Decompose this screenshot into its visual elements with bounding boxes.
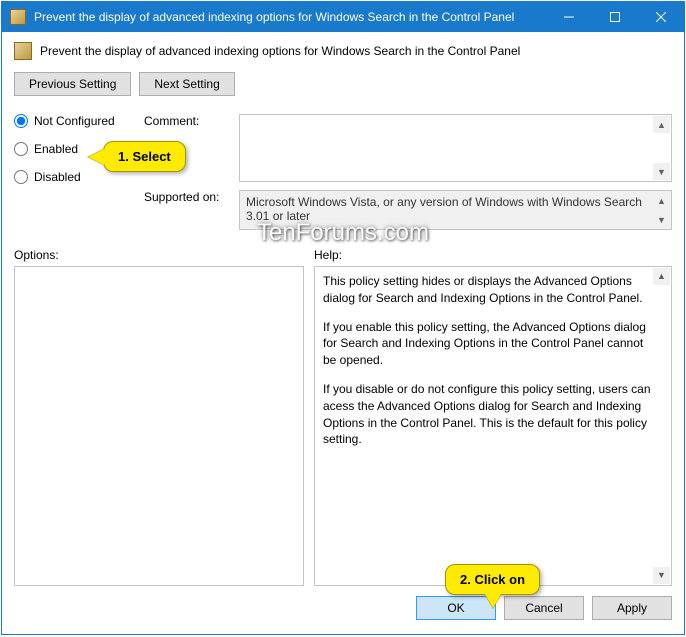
options-label: Options: bbox=[14, 248, 304, 262]
comment-label: Comment: bbox=[144, 114, 239, 128]
options-panel bbox=[14, 266, 304, 586]
minimize-button[interactable] bbox=[546, 2, 592, 32]
annotation-select: 1. Select bbox=[103, 141, 186, 172]
radio-enabled-input[interactable] bbox=[14, 142, 28, 156]
maximize-button[interactable] bbox=[592, 2, 638, 32]
radio-not-configured-input[interactable] bbox=[14, 114, 28, 128]
help-text-2: If you enable this policy setting, the A… bbox=[323, 319, 651, 369]
supported-textbox: Microsoft Windows Vista, or any version … bbox=[239, 190, 672, 230]
scroll-down-icon[interactable]: ▼ bbox=[653, 567, 670, 584]
supported-label: Supported on: bbox=[144, 190, 239, 204]
radio-not-configured-label: Not Configured bbox=[34, 114, 115, 128]
supported-value: Microsoft Windows Vista, or any version … bbox=[246, 195, 642, 223]
radio-disabled-input[interactable] bbox=[14, 170, 28, 184]
help-label: Help: bbox=[314, 248, 672, 262]
policy-icon bbox=[14, 42, 32, 60]
radio-disabled[interactable]: Disabled bbox=[14, 170, 132, 184]
window-title: Prevent the display of advanced indexing… bbox=[34, 10, 546, 24]
scroll-up-icon[interactable]: ▲ bbox=[653, 268, 670, 285]
app-icon bbox=[10, 9, 26, 25]
comment-textbox[interactable]: ▲ ▼ bbox=[239, 114, 672, 182]
scroll-up-icon[interactable]: ▲ bbox=[653, 192, 670, 209]
titlebar: Prevent the display of advanced indexing… bbox=[2, 2, 684, 32]
scroll-down-icon[interactable]: ▼ bbox=[653, 211, 670, 228]
radio-disabled-label: Disabled bbox=[34, 170, 81, 184]
annotation-click: 2. Click on bbox=[445, 564, 540, 595]
policy-title: Prevent the display of advanced indexing… bbox=[40, 44, 520, 58]
policy-editor-window: Prevent the display of advanced indexing… bbox=[1, 1, 685, 635]
scroll-down-icon[interactable]: ▼ bbox=[653, 163, 670, 180]
scroll-up-icon[interactable]: ▲ bbox=[653, 116, 670, 133]
apply-button[interactable]: Apply bbox=[592, 596, 672, 620]
help-panel: This policy setting hides or displays th… bbox=[314, 266, 672, 586]
radio-not-configured[interactable]: Not Configured bbox=[14, 114, 132, 128]
previous-setting-button[interactable]: Previous Setting bbox=[14, 72, 131, 96]
next-setting-button[interactable]: Next Setting bbox=[139, 72, 234, 96]
help-text-1: This policy setting hides or displays th… bbox=[323, 273, 651, 307]
radio-enabled-label: Enabled bbox=[34, 142, 78, 156]
cancel-button[interactable]: Cancel bbox=[504, 596, 584, 620]
close-button[interactable] bbox=[638, 2, 684, 32]
help-text-3: If you disable or do not configure this … bbox=[323, 381, 651, 448]
